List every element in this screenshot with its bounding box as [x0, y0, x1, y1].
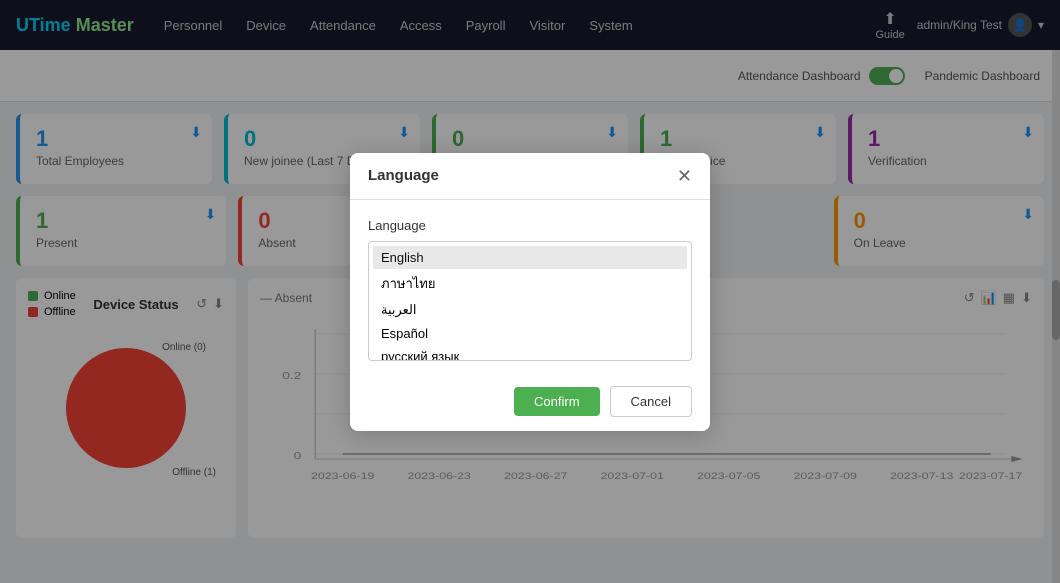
confirm-button[interactable]: Confirm — [514, 387, 600, 416]
lang-option-english[interactable]: English — [373, 246, 687, 269]
modal-body: Language English ภาษาไทย العربية Español… — [350, 200, 710, 372]
modal-header: Language ✕ — [350, 153, 710, 200]
close-icon[interactable]: ✕ — [677, 167, 692, 185]
lang-option-arabic[interactable]: العربية — [373, 298, 687, 322]
language-field-label: Language — [368, 218, 692, 233]
lang-option-russian[interactable]: русский язык — [373, 345, 687, 361]
lang-option-thai[interactable]: ภาษาไทย — [373, 269, 687, 298]
language-modal: Language ✕ Language English ภาษาไทย العر… — [350, 153, 710, 431]
cancel-button[interactable]: Cancel — [610, 386, 692, 417]
modal-overlay: Language ✕ Language English ภาษาไทย العر… — [0, 0, 1060, 583]
lang-option-spanish[interactable]: Español — [373, 322, 687, 345]
modal-footer: Confirm Cancel — [350, 372, 710, 431]
modal-title: Language — [368, 167, 439, 184]
language-select[interactable]: English ภาษาไทย العربية Español русский … — [368, 241, 692, 361]
